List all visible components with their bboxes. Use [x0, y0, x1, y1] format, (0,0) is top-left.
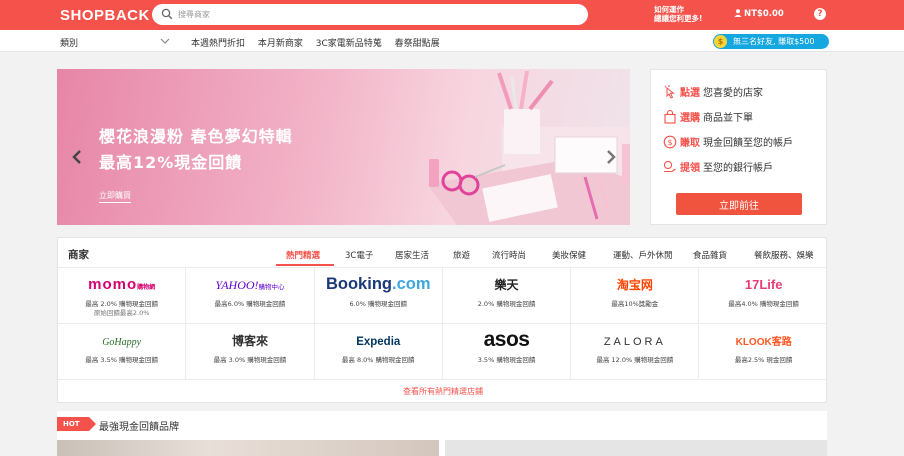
tab-travel[interactable]: 旅遊 — [453, 249, 470, 261]
stationery-illustration — [427, 70, 630, 225]
search-bar[interactable] — [152, 4, 588, 25]
invite-friends-button[interactable]: $ 無三名好友, 賺取$500 — [713, 34, 829, 49]
help-icon[interactable]: ? — [814, 8, 826, 20]
merchant-klook[interactable]: KLOOK客路 最高2.5% 現金回饋 — [699, 324, 828, 380]
go-now-button[interactable]: 立即前往 — [676, 193, 802, 215]
asos-logo: asos — [483, 328, 530, 351]
search-input[interactable] — [178, 7, 578, 22]
nav-link-weekly-deals[interactable]: 本週熱門折扣 — [191, 39, 245, 49]
svg-text:$: $ — [667, 138, 672, 147]
chevron-right-icon[interactable] — [605, 149, 617, 165]
nav-link-new-merchants[interactable]: 本月新商家 — [258, 39, 303, 49]
chevron-left-icon[interactable] — [71, 149, 83, 165]
tab-3c-electronics[interactable]: 3C電子 — [345, 249, 373, 261]
tab-home-living[interactable]: 居家生活 — [395, 249, 429, 261]
nav-links: 本週熱門折扣 本月新商家 3C家電新品特蒐 春祭甜點展 — [191, 36, 450, 49]
17life-logo: 17Life — [744, 277, 783, 292]
hot-brands-section: HOT 最強現金回饋品牌 — [57, 411, 827, 456]
tab-beauty-health[interactable]: 美妝保健 — [552, 249, 586, 261]
step-shop: 選購 商品並下單 — [663, 109, 753, 124]
hot-badge: HOT — [57, 417, 96, 431]
step-click: 點選 您喜愛的店家 — [663, 84, 763, 99]
books-logo: 博客來 — [231, 334, 268, 348]
banner-subtitle: 最高12%現金回饋 — [99, 153, 243, 172]
view-all-merchants-link[interactable]: 查看所有熱門精選店鋪 — [58, 386, 828, 397]
merchant-grid: momo購物網 最高 2.0% 購物現金回饋 原始回饋最高2.0% YAHOO!… — [58, 267, 828, 380]
cash-withdraw-icon — [663, 160, 676, 173]
active-tab-indicator — [276, 264, 334, 266]
gohappy-logo: GoHappy — [102, 337, 142, 348]
merchant-yahoo[interactable]: YAHOO!購物中心 最高6.0% 購物現金回饋 — [186, 268, 315, 324]
zalora-logo: ZALORA — [603, 336, 666, 348]
merchant-momo[interactable]: momo購物網 最高 2.0% 購物現金回饋 原始回饋最高2.0% — [58, 268, 187, 324]
how-it-works-link[interactable]: 如何運作 總讓您利更多! — [654, 5, 702, 23]
hot-brands-title: 最強現金回饋品牌 — [99, 422, 179, 433]
shopping-bag-icon — [664, 110, 676, 124]
tab-popular[interactable]: 熱門精選 — [286, 249, 320, 261]
nav-link-3c-new[interactable]: 3C家電新品特蒐 — [316, 39, 382, 49]
search-icon — [161, 8, 173, 20]
rakuten-logo: 樂天 — [494, 278, 519, 292]
chevron-down-icon[interactable] — [160, 37, 170, 45]
step-withdraw: 提領 至您的銀行帳戶 — [663, 159, 773, 174]
merchant-expedia[interactable]: Expedia 最高 8.0% 購物現金回饋 — [314, 324, 443, 380]
dollar-coin-icon: $ — [663, 135, 677, 149]
merchant-asos[interactable]: asos 3.5% 購物現金回饋 — [442, 324, 572, 380]
pointer-click-icon — [664, 85, 675, 99]
tab-dining-entertainment[interactable]: 餐飲服務、娛樂 — [754, 249, 814, 261]
hot-brand-image-2[interactable] — [445, 440, 827, 456]
merchants-section: 商家 熱門精選 3C電子 居家生活 旅遊 流行時尚 美妝保健 運動、戶外休閒 食… — [57, 237, 828, 403]
klook-logo: KLOOK客路 — [735, 337, 792, 348]
expedia-logo: Expedia — [356, 336, 401, 348]
merchant-rakuten[interactable]: 樂天 2.0% 購物現金回饋 — [442, 268, 572, 324]
merchant-17life[interactable]: 17Life 最高4.0% 購物現金回饋 — [699, 268, 828, 324]
banner-buy-now-link[interactable]: 立即購買 — [99, 190, 131, 203]
tab-groceries[interactable]: 食品雜貨 — [693, 249, 727, 261]
booking-logo: Booking.com — [325, 275, 431, 293]
merchant-taobao[interactable]: 淘宝网 最高10%獎勵金 — [571, 268, 700, 324]
hot-brand-image-1[interactable] — [57, 440, 439, 456]
merchant-gohappy[interactable]: GoHappy 最高 3.5% 購物現金回饋 — [58, 324, 187, 380]
banner-title: 櫻花浪漫粉 春色夢幻特輯 — [99, 127, 293, 146]
shopback-logo[interactable]: SHOPBACK — [60, 7, 150, 24]
merchant-zalora[interactable]: ZALORA 最高 12.0% 購物現金回饋 — [571, 324, 700, 380]
merchant-booking[interactable]: Booking.com 6.0% 購物現金回饋 — [314, 268, 443, 324]
merchant-books[interactable]: 博客來 最高 3.0% 購物現金回饋 — [186, 324, 315, 380]
merchants-title: 商家 — [68, 249, 89, 261]
tab-sports-outdoor[interactable]: 運動、戶外休閒 — [613, 249, 673, 261]
coin-icon: $ — [714, 35, 727, 48]
user-icon — [734, 9, 742, 17]
momo-logo: momo購物網 — [88, 276, 156, 293]
yahoo-logo: YAHOO!購物中心 — [215, 278, 285, 292]
tab-fashion[interactable]: 流行時尚 — [492, 249, 526, 261]
promo-banner[interactable]: 櫻花浪漫粉 春色夢幻特輯 最高12%現金回饋 立即購買 — [57, 69, 630, 225]
how-it-works-panel: 點選 您喜愛的店家 選購 商品並下單 $ 賺取 現金回饋至您的帳戶 提領 至您的銀行帳戶… — [650, 69, 827, 225]
nav-link-spring-desserts[interactable]: 春祭甜點展 — [395, 39, 440, 49]
category-dropdown[interactable]: 類別 — [60, 36, 78, 49]
step-earn: $ 賺取 現金回饋至您的帳戶 — [663, 134, 793, 149]
account-balance[interactable]: NT$0.00 — [734, 9, 784, 19]
top-header: SHOPBACK 如何運作 總讓您利更多! NT$0.00 ? — [0, 0, 904, 30]
taobao-logo: 淘宝网 — [616, 278, 653, 292]
